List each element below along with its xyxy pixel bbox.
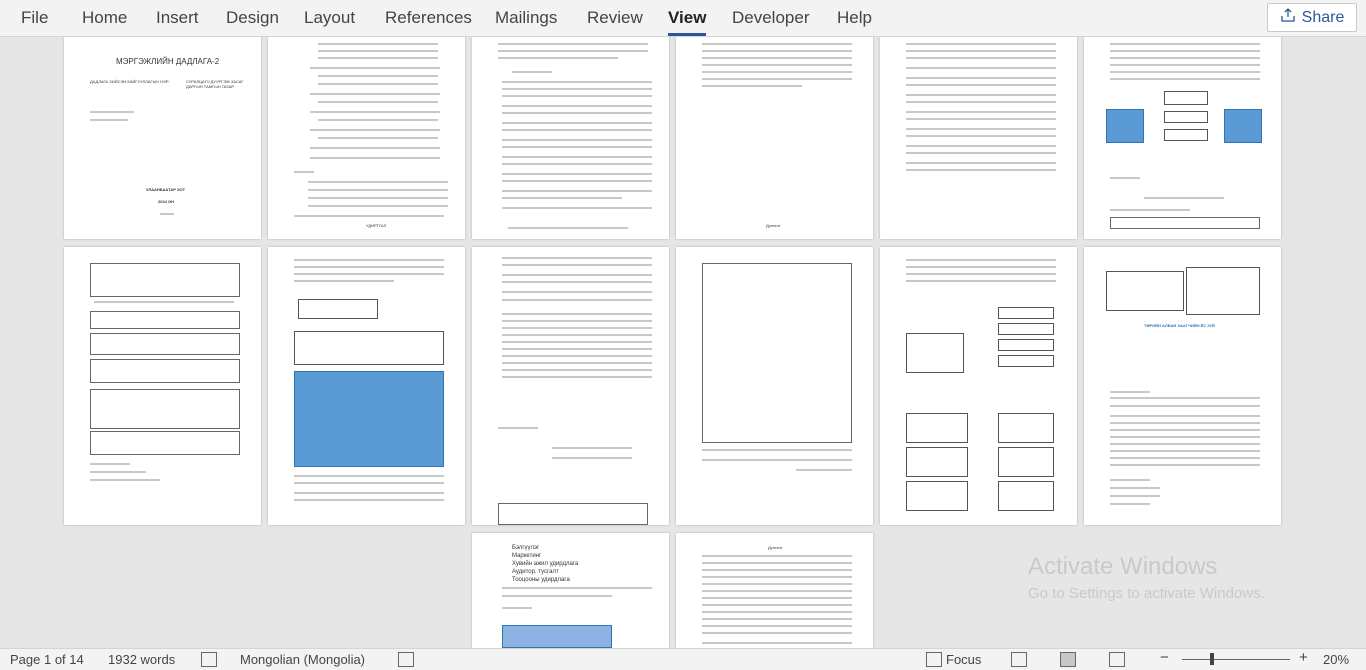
tab-layout[interactable]: Layout (304, 8, 355, 28)
page1-org-left: ДАДЛАГА ХИЙСЭН БАЙГУУЛЛАГЫН НЭР: (90, 79, 170, 84)
tab-file[interactable]: File (21, 8, 48, 28)
tab-help[interactable]: Help (837, 8, 872, 28)
page-7[interactable] (64, 247, 261, 525)
tab-view[interactable]: View (668, 8, 707, 36)
page13-item-5: Тооцооны удирдлага (512, 577, 570, 583)
read-mode-icon[interactable] (1011, 652, 1027, 667)
page-3[interactable] (472, 37, 669, 239)
ribbon-tab-bar: File Home Insert Design Layout Reference… (0, 0, 1366, 37)
activate-windows-title: Activate Windows (1028, 553, 1218, 580)
page1-title: МЭРГЭЖЛИЙН ДАДЛАГА-2 (116, 57, 220, 66)
page-2[interactable]: УДИРТГАЛ (268, 37, 465, 239)
page-6[interactable] (1084, 37, 1281, 239)
share-icon (1280, 7, 1296, 28)
page14-heading: Дүгнэлт (768, 545, 783, 550)
page-1[interactable]: МЭРГЭЖЛИЙН ДАДЛАГА-2 ДАДЛАГА ХИЙСЭН БАЙГ… (64, 37, 261, 239)
focus-icon[interactable] (926, 652, 942, 667)
page1-year: 2024 ОН (158, 199, 175, 204)
page12-title: ТӨРИЙН АЛБАН ХААГЧИЙН ЁС ЗҮЙ (1144, 323, 1215, 328)
page-12[interactable]: ТӨРИЙН АЛБАН ХААГЧИЙН ЁС ЗҮЙ (1084, 247, 1281, 525)
page4-heading: Дүгнэлт (766, 223, 781, 228)
zoom-in-icon[interactable]: + (1299, 649, 1308, 666)
zoom-slider-track[interactable] (1182, 659, 1290, 660)
page-5[interactable] (880, 37, 1077, 239)
tab-insert[interactable]: Insert (156, 8, 199, 28)
page-11[interactable] (880, 247, 1077, 525)
page1-org-right: СУРАЛЦАГЧ ДУУРГЭЖ ЗАСАГ ДАРГЫН ТАМГЫН ГА… (186, 79, 244, 89)
page-9[interactable] (472, 247, 669, 525)
share-button[interactable]: Share (1267, 3, 1357, 32)
page13-item-2: Маркетинг (512, 553, 542, 559)
accessibility-icon[interactable] (398, 652, 414, 667)
zoom-slider-thumb[interactable] (1210, 653, 1214, 665)
status-bar: Page 1 of 14 1932 words Mongolian (Mongo… (0, 648, 1366, 670)
activate-windows-subtitle: Go to Settings to activate Windows. (1028, 585, 1265, 602)
share-label: Share (1301, 8, 1345, 26)
word-count[interactable]: 1932 words (108, 652, 175, 667)
page13-item-3: Хувийн ажил удирдлага (512, 561, 579, 567)
page1-city: УЛААНБААТАР ХОТ (146, 187, 186, 192)
page-13[interactable]: Бэлгүүлэг Маркетинг Хувийн ажил удирдлаг… (472, 533, 669, 648)
page-8[interactable] (268, 247, 465, 525)
language-indicator[interactable]: Mongolian (Mongolia) (240, 652, 365, 667)
page13-item-1: Бэлгүүлэг (512, 545, 540, 551)
tab-review[interactable]: Review (587, 8, 643, 28)
zoom-out-icon[interactable]: − (1160, 649, 1169, 666)
page-count[interactable]: Page 1 of 14 (10, 652, 84, 667)
tab-references[interactable]: References (385, 8, 472, 28)
tab-home[interactable]: Home (82, 8, 127, 28)
tab-mailings[interactable]: Mailings (495, 8, 557, 28)
page-4[interactable]: Дүгнэлт (676, 37, 873, 239)
web-layout-icon[interactable] (1109, 652, 1125, 667)
page-10[interactable] (676, 247, 873, 525)
print-layout-icon[interactable] (1060, 652, 1076, 667)
focus-button[interactable]: Focus (946, 652, 981, 667)
tab-design[interactable]: Design (226, 8, 279, 28)
page-14[interactable]: Дүгнэлт (676, 533, 873, 648)
zoom-level[interactable]: 20% (1323, 652, 1349, 667)
tab-developer[interactable]: Developer (732, 8, 810, 28)
proofing-icon[interactable] (201, 652, 217, 667)
page13-item-4: Аудитор, тусгалт (512, 569, 559, 575)
page2-heading: УДИРТГАЛ (366, 223, 387, 228)
